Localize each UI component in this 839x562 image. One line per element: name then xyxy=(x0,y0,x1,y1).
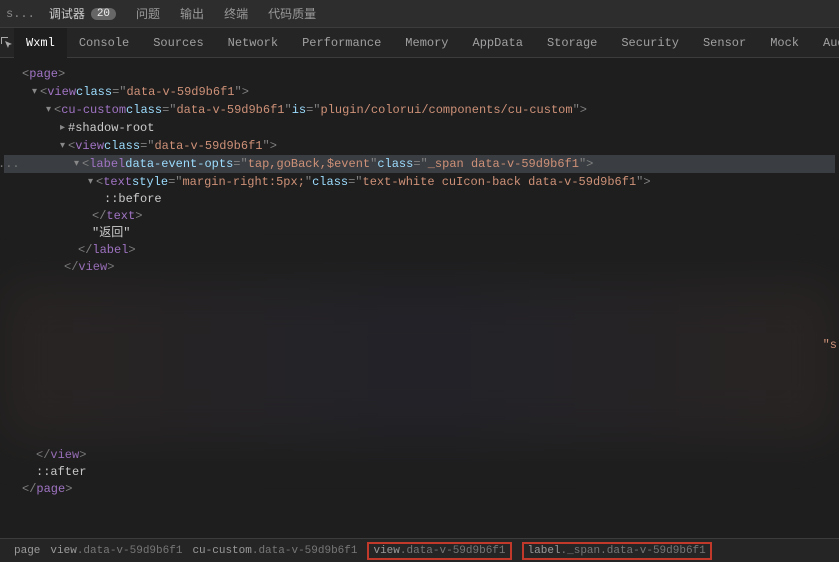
tree-node-cu-custom[interactable]: <cu-custom class="data-v-59d9b6f1" is="p… xyxy=(4,101,835,119)
tree-node-before[interactable]: ::before xyxy=(4,191,835,208)
badge-count: 20 xyxy=(91,8,116,20)
tree-node-page-close[interactable]: </page> xyxy=(4,481,835,498)
tree-node-view-close2[interactable]: </view> xyxy=(4,447,835,464)
breadcrumb-bar: page view.data-v-59d9b6f1 cu-custom.data… xyxy=(0,538,839,562)
devtools-tabstrip: Wxml Console Sources Network Performance… xyxy=(0,28,839,58)
tab-sources[interactable]: Sources xyxy=(141,28,215,58)
inspect-icon[interactable] xyxy=(0,29,14,57)
tree-node-shadow-root[interactable]: #shadow-root xyxy=(4,119,835,137)
tab-network[interactable]: Network xyxy=(216,28,290,58)
tab-console[interactable]: Console xyxy=(67,28,141,58)
element-tree[interactable]: <page> <view class="data-v-59d9b6f1"> <c… xyxy=(0,58,839,538)
tab-output[interactable]: 输出 xyxy=(170,0,214,28)
tab-problems[interactable]: 问题 xyxy=(126,0,170,28)
blurred-region xyxy=(4,284,835,439)
tab-sensor[interactable]: Sensor xyxy=(691,28,758,58)
prefix-s: s... xyxy=(6,7,39,21)
tab-audits[interactable]: Audits xyxy=(811,28,839,58)
tab-security[interactable]: Security xyxy=(609,28,691,58)
tab-storage[interactable]: Storage xyxy=(535,28,609,58)
tab-performance[interactable]: Performance xyxy=(290,28,393,58)
tab-appdata[interactable]: AppData xyxy=(461,28,535,58)
top-tab-bar: s... 调试器 20 问题 输出 终端 代码质量 xyxy=(0,0,839,28)
tab-wxml[interactable]: Wxml xyxy=(14,28,67,58)
tree-node-page[interactable]: <page> xyxy=(4,66,835,83)
tree-node-label-selected[interactable]: ... <label data-event-opts="tap,goBack,$… xyxy=(4,155,835,173)
tree-node-after[interactable]: ::after xyxy=(4,464,835,481)
tree-node-label-close[interactable]: </label> xyxy=(4,242,835,259)
tab-memory[interactable]: Memory xyxy=(393,28,460,58)
tree-node-text-close[interactable]: </text> xyxy=(4,208,835,225)
tree-node-text[interactable]: <text style="margin-right:5px;" class="t… xyxy=(4,173,835,191)
tree-node-view[interactable]: <view class="data-v-59d9b6f1"> xyxy=(4,83,835,101)
tab-mock[interactable]: Mock xyxy=(758,28,811,58)
tree-node-text-return[interactable]: "返回" xyxy=(4,225,835,242)
tab-code-quality[interactable]: 代码质量 xyxy=(258,0,326,28)
tree-node-view-close[interactable]: </view> xyxy=(4,259,835,276)
stray-text: "s xyxy=(823,338,837,352)
tab-terminal[interactable]: 终端 xyxy=(214,0,258,28)
tab-debugger[interactable]: 调试器 20 xyxy=(39,0,126,28)
tree-node-view-inner[interactable]: <view class="data-v-59d9b6f1"> xyxy=(4,137,835,155)
